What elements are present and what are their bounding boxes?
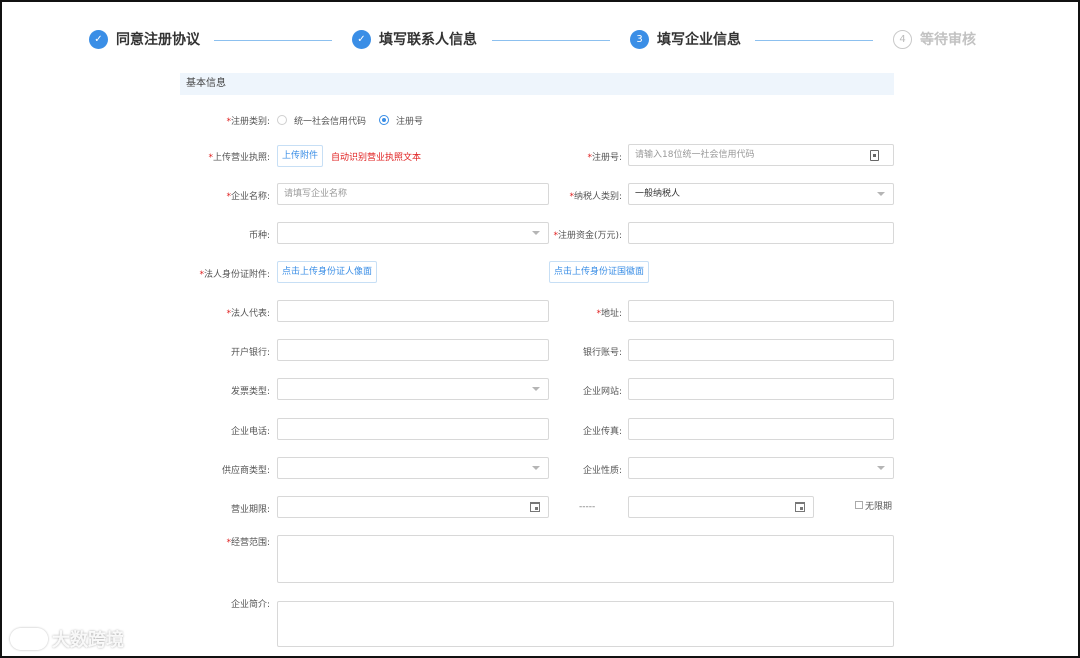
no-limit-checkbox[interactable] <box>855 501 863 509</box>
license-label: *上传营业执照: <box>208 153 270 163</box>
bank-account-label: 银行账号: <box>582 348 622 358</box>
date-separator: ----- <box>579 502 596 512</box>
chevron-down-icon <box>877 192 885 196</box>
taxpayer-type-label: *纳税人类别: <box>569 192 622 202</box>
company-name-input[interactable]: 请填写企业名称 <box>277 183 549 205</box>
website-input[interactable] <box>628 378 894 400</box>
supplier-type-label: 供应商类型: <box>221 466 270 476</box>
phone-input[interactable] <box>277 418 549 440</box>
address-label: *地址: <box>596 309 622 319</box>
section-title: 基本信息 <box>180 73 894 95</box>
step-contact-info: ✓ 填写联系人信息 <box>352 29 477 49</box>
company-name-label: *企业名称: <box>226 192 270 202</box>
nature-select[interactable] <box>628 457 894 479</box>
step-connector <box>214 40 332 41</box>
term-end-date[interactable] <box>628 496 814 518</box>
watermark-logo <box>10 628 48 650</box>
currency-select[interactable] <box>277 222 549 244</box>
no-limit-label: 无限期 <box>865 502 893 512</box>
nature-label: 企业性质: <box>582 466 622 476</box>
watermark-text: 大数跨境 <box>52 630 124 651</box>
chevron-down-icon <box>532 466 540 470</box>
capital-label: *注册资金(万元): <box>553 231 622 241</box>
step-label: 填写企业信息 <box>657 32 741 48</box>
scope-textarea[interactable] <box>277 535 894 583</box>
step-number: 3 <box>630 29 649 49</box>
capital-input[interactable] <box>628 222 894 244</box>
radio-label: 注册号 <box>396 117 424 127</box>
fax-label: 企业传真: <box>582 427 622 437</box>
legal-rep-input[interactable] <box>277 300 549 322</box>
step-connector <box>492 40 610 41</box>
supplier-type-select[interactable] <box>277 457 549 479</box>
taxpayer-type-value: 一般纳税人 <box>635 189 681 199</box>
chevron-down-icon <box>877 466 885 470</box>
bank-input[interactable] <box>277 339 549 361</box>
step-await-review: 4 等待审核 <box>893 29 976 49</box>
upload-license-button[interactable]: 上传附件 <box>277 145 324 167</box>
step-company-info: 3 填写企业信息 <box>630 29 741 49</box>
upload-id-back-button[interactable]: 点击上传身份证国徽面 <box>549 261 650 283</box>
phone-label: 企业电话: <box>230 427 270 437</box>
reg-no-label: *注册号: <box>587 153 622 163</box>
intro-textarea[interactable] <box>277 601 894 647</box>
step-label: 填写联系人信息 <box>379 32 477 48</box>
calendar-icon[interactable] <box>530 502 540 512</box>
reg-no-placeholder: 请输入18位统一社会信用代码 <box>635 150 755 160</box>
chevron-down-icon <box>532 231 540 235</box>
fax-input[interactable] <box>628 418 894 440</box>
id-attach-label: *法人身份证附件: <box>199 270 270 280</box>
taxpayer-type-select[interactable]: 一般纳税人 <box>628 183 894 205</box>
step-label: 等待审核 <box>920 32 976 48</box>
reg-type-label: *注册类别: <box>226 117 270 127</box>
reg-no-input[interactable]: 请输入18位统一社会信用代码 <box>628 144 894 166</box>
invoice-type-label: 发票类型: <box>230 387 270 397</box>
currency-label: 币种: <box>248 231 270 241</box>
scope-label: *经营范围: <box>226 538 270 548</box>
reg-type-radio-credit-code[interactable] <box>277 115 287 125</box>
upload-id-front-button[interactable]: 点击上传身份证人像面 <box>277 261 378 283</box>
legal-rep-label: *法人代表: <box>226 309 270 319</box>
step-connector <box>755 40 873 41</box>
reg-type-radio-reg-no[interactable] <box>379 115 389 125</box>
bank-account-input[interactable] <box>628 339 894 361</box>
company-name-placeholder: 请填写企业名称 <box>284 189 348 199</box>
address-input[interactable] <box>628 300 894 322</box>
step-number: 4 <box>893 29 912 49</box>
step-label: 同意注册协议 <box>116 32 200 48</box>
watermark: 大数跨境 <box>10 626 124 652</box>
bank-label: 开户银行: <box>230 348 270 358</box>
intro-label: 企业简介: <box>230 600 270 610</box>
id-card-icon[interactable] <box>870 150 879 161</box>
term-start-date[interactable] <box>277 496 549 518</box>
website-label: 企业网站: <box>582 387 622 397</box>
auto-recognize-hint: 自动识别营业执照文本 <box>331 153 422 163</box>
radio-label: 统一社会信用代码 <box>294 117 367 127</box>
check-icon: ✓ <box>89 29 108 49</box>
step-agree-protocol: ✓ 同意注册协议 <box>89 29 200 49</box>
window-frame: ✓ 同意注册协议 ✓ 填写联系人信息 3 填写企业信息 4 等待审核 基本信息 … <box>0 0 1080 658</box>
chevron-down-icon <box>532 387 540 391</box>
calendar-icon[interactable] <box>795 502 805 512</box>
check-icon: ✓ <box>352 29 371 49</box>
invoice-type-select[interactable] <box>277 378 549 400</box>
term-label: 营业期限: <box>230 505 270 515</box>
